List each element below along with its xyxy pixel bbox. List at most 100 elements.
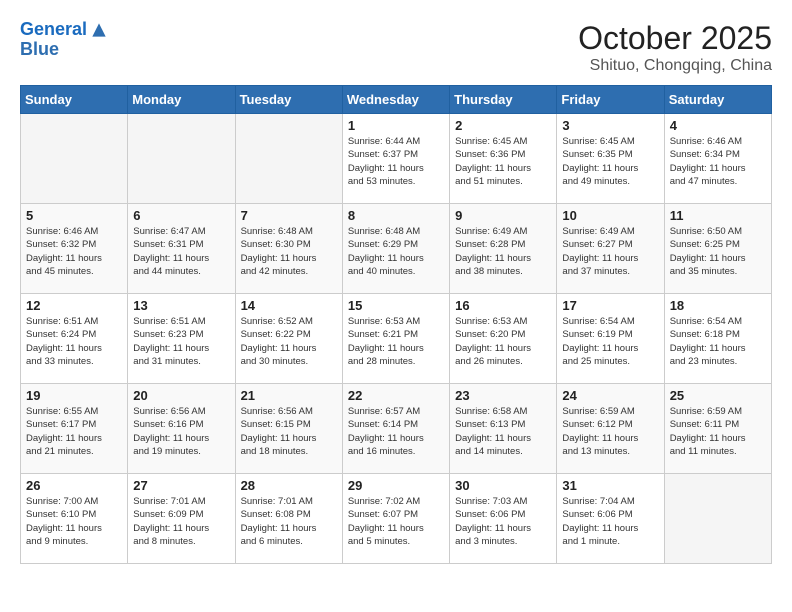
calendar-cell: 18 Sunrise: 6:54 AMSunset: 6:18 PMDayligh… [664,294,771,384]
calendar-cell: 23 Sunrise: 6:58 AMSunset: 6:13 PMDayligh… [450,384,557,474]
day-number: 18 [670,298,766,313]
day-number: 5 [26,208,122,223]
day-info: Sunrise: 6:55 AMSunset: 6:17 PMDaylight:… [26,405,122,458]
day-number: 7 [241,208,337,223]
calendar-header-thursday: Thursday [450,86,557,114]
logo: General Blue [20,20,109,60]
calendar-cell: 11 Sunrise: 6:50 AMSunset: 6:25 PMDayligh… [664,204,771,294]
calendar-week-row: 26 Sunrise: 7:00 AMSunset: 6:10 PMDayligh… [21,474,772,564]
calendar-header-saturday: Saturday [664,86,771,114]
calendar-cell: 5Sunrise: 6:46 AMSunset: 6:32 PMDaylight… [21,204,128,294]
calendar-cell: 3 Sunrise: 6:45 AMSunset: 6:35 PMDaylight… [557,114,664,204]
day-info: Sunrise: 7:03 AMSunset: 6:06 PMDaylight:… [455,495,551,548]
day-info: Sunrise: 6:57 AMSunset: 6:14 PMDaylight:… [348,405,444,458]
day-number: 1 [348,118,444,133]
calendar-header-sunday: Sunday [21,86,128,114]
day-info: Sunrise: 7:01 AMSunset: 6:09 PMDaylight:… [133,495,229,548]
calendar-cell: 14 Sunrise: 6:52 AMSunset: 6:22 PMDayligh… [235,294,342,384]
day-info: Sunrise: 6:46 AMSunset: 6:34 PMDaylight:… [670,135,766,188]
day-number: 28 [241,478,337,493]
calendar-cell: 10 Sunrise: 6:49 AMSunset: 6:27 PMDayligh… [557,204,664,294]
day-number: 23 [455,388,551,403]
title-block: October 2025 Shituo, Chongqing, China [578,20,772,75]
day-number: 19 [26,388,122,403]
calendar-cell: 27 Sunrise: 7:01 AMSunset: 6:09 PMDayligh… [128,474,235,564]
day-info: Sunrise: 6:45 AMSunset: 6:36 PMDaylight:… [455,135,551,188]
day-number: 4 [670,118,766,133]
calendar-cell: 15Sunrise: 6:53 AMSunset: 6:21 PMDayligh… [342,294,449,384]
page-title: October 2025 [578,20,772,57]
day-info: Sunrise: 6:54 AMSunset: 6:18 PMDaylight:… [670,315,766,368]
calendar-cell: 2 Sunrise: 6:45 AMSunset: 6:36 PMDaylight… [450,114,557,204]
calendar-cell: 26 Sunrise: 7:00 AMSunset: 6:10 PMDayligh… [21,474,128,564]
day-number: 20 [133,388,229,403]
calendar-cell: 28 Sunrise: 7:01 AMSunset: 6:08 PMDayligh… [235,474,342,564]
day-info: Sunrise: 6:59 AMSunset: 6:11 PMDaylight:… [670,405,766,458]
calendar-cell: 12Sunrise: 6:51 AMSunset: 6:24 PMDayligh… [21,294,128,384]
day-info: Sunrise: 7:04 AMSunset: 6:06 PMDaylight:… [562,495,658,548]
calendar-cell: 9 Sunrise: 6:49 AMSunset: 6:28 PMDaylight… [450,204,557,294]
calendar-cell: 24Sunrise: 6:59 AMSunset: 6:12 PMDayligh… [557,384,664,474]
day-number: 9 [455,208,551,223]
day-number: 2 [455,118,551,133]
day-info: Sunrise: 6:51 AMSunset: 6:24 PMDaylight:… [26,315,122,368]
logo-text: General [20,20,109,40]
calendar-week-row: 5Sunrise: 6:46 AMSunset: 6:32 PMDaylight… [21,204,772,294]
calendar-header-tuesday: Tuesday [235,86,342,114]
day-info: Sunrise: 6:53 AMSunset: 6:21 PMDaylight:… [348,315,444,368]
day-info: Sunrise: 6:48 AMSunset: 6:30 PMDaylight:… [241,225,337,278]
calendar-cell: 20 Sunrise: 6:56 AMSunset: 6:16 PMDayligh… [128,384,235,474]
day-number: 16 [455,298,551,313]
calendar-cell: 29 Sunrise: 7:02 AMSunset: 6:07 PMDayligh… [342,474,449,564]
calendar-header-wednesday: Wednesday [342,86,449,114]
day-info: Sunrise: 6:47 AMSunset: 6:31 PMDaylight:… [133,225,229,278]
day-info: Sunrise: 6:49 AMSunset: 6:27 PMDaylight:… [562,225,658,278]
calendar-cell: 17Sunrise: 6:54 AMSunset: 6:19 PMDayligh… [557,294,664,384]
day-number: 26 [26,478,122,493]
page-subtitle: Shituo, Chongqing, China [578,57,772,75]
day-info: Sunrise: 6:56 AMSunset: 6:15 PMDaylight:… [241,405,337,458]
calendar-cell [664,474,771,564]
day-number: 27 [133,478,229,493]
calendar-week-row: 12Sunrise: 6:51 AMSunset: 6:24 PMDayligh… [21,294,772,384]
day-number: 24 [562,388,658,403]
day-info: Sunrise: 6:53 AMSunset: 6:20 PMDaylight:… [455,315,551,368]
day-number: 29 [348,478,444,493]
calendar-cell: 7 Sunrise: 6:48 AMSunset: 6:30 PMDaylight… [235,204,342,294]
day-info: Sunrise: 6:52 AMSunset: 6:22 PMDaylight:… [241,315,337,368]
calendar-cell: 16 Sunrise: 6:53 AMSunset: 6:20 PMDayligh… [450,294,557,384]
calendar-cell [21,114,128,204]
day-number: 6 [133,208,229,223]
logo-icon [89,20,109,40]
day-info: Sunrise: 6:50 AMSunset: 6:25 PMDaylight:… [670,225,766,278]
day-info: Sunrise: 6:45 AMSunset: 6:35 PMDaylight:… [562,135,658,188]
calendar-week-row: 1Sunrise: 6:44 AMSunset: 6:37 PMDaylight… [21,114,772,204]
day-info: Sunrise: 6:58 AMSunset: 6:13 PMDaylight:… [455,405,551,458]
day-info: Sunrise: 6:49 AMSunset: 6:28 PMDaylight:… [455,225,551,278]
calendar-header-friday: Friday [557,86,664,114]
calendar-week-row: 19 Sunrise: 6:55 AMSunset: 6:17 PMDayligh… [21,384,772,474]
day-info: Sunrise: 6:56 AMSunset: 6:16 PMDaylight:… [133,405,229,458]
calendar-cell: 8Sunrise: 6:48 AMSunset: 6:29 PMDaylight… [342,204,449,294]
day-number: 8 [348,208,444,223]
calendar-header-row: SundayMondayTuesdayWednesdayThursdayFrid… [21,86,772,114]
day-number: 14 [241,298,337,313]
day-number: 25 [670,388,766,403]
day-number: 3 [562,118,658,133]
calendar-cell: 22 Sunrise: 6:57 AMSunset: 6:14 PMDayligh… [342,384,449,474]
calendar-header-monday: Monday [128,86,235,114]
day-number: 10 [562,208,658,223]
calendar-cell: 25 Sunrise: 6:59 AMSunset: 6:11 PMDayligh… [664,384,771,474]
day-info: Sunrise: 7:02 AMSunset: 6:07 PMDaylight:… [348,495,444,548]
day-info: Sunrise: 7:01 AMSunset: 6:08 PMDaylight:… [241,495,337,548]
calendar-cell: 1Sunrise: 6:44 AMSunset: 6:37 PMDaylight… [342,114,449,204]
day-number: 11 [670,208,766,223]
day-number: 17 [562,298,658,313]
day-number: 21 [241,388,337,403]
day-number: 22 [348,388,444,403]
day-number: 13 [133,298,229,313]
day-info: Sunrise: 6:51 AMSunset: 6:23 PMDaylight:… [133,315,229,368]
day-info: Sunrise: 7:00 AMSunset: 6:10 PMDaylight:… [26,495,122,548]
logo-text-blue: Blue [20,40,109,60]
calendar-cell: 13 Sunrise: 6:51 AMSunset: 6:23 PMDayligh… [128,294,235,384]
